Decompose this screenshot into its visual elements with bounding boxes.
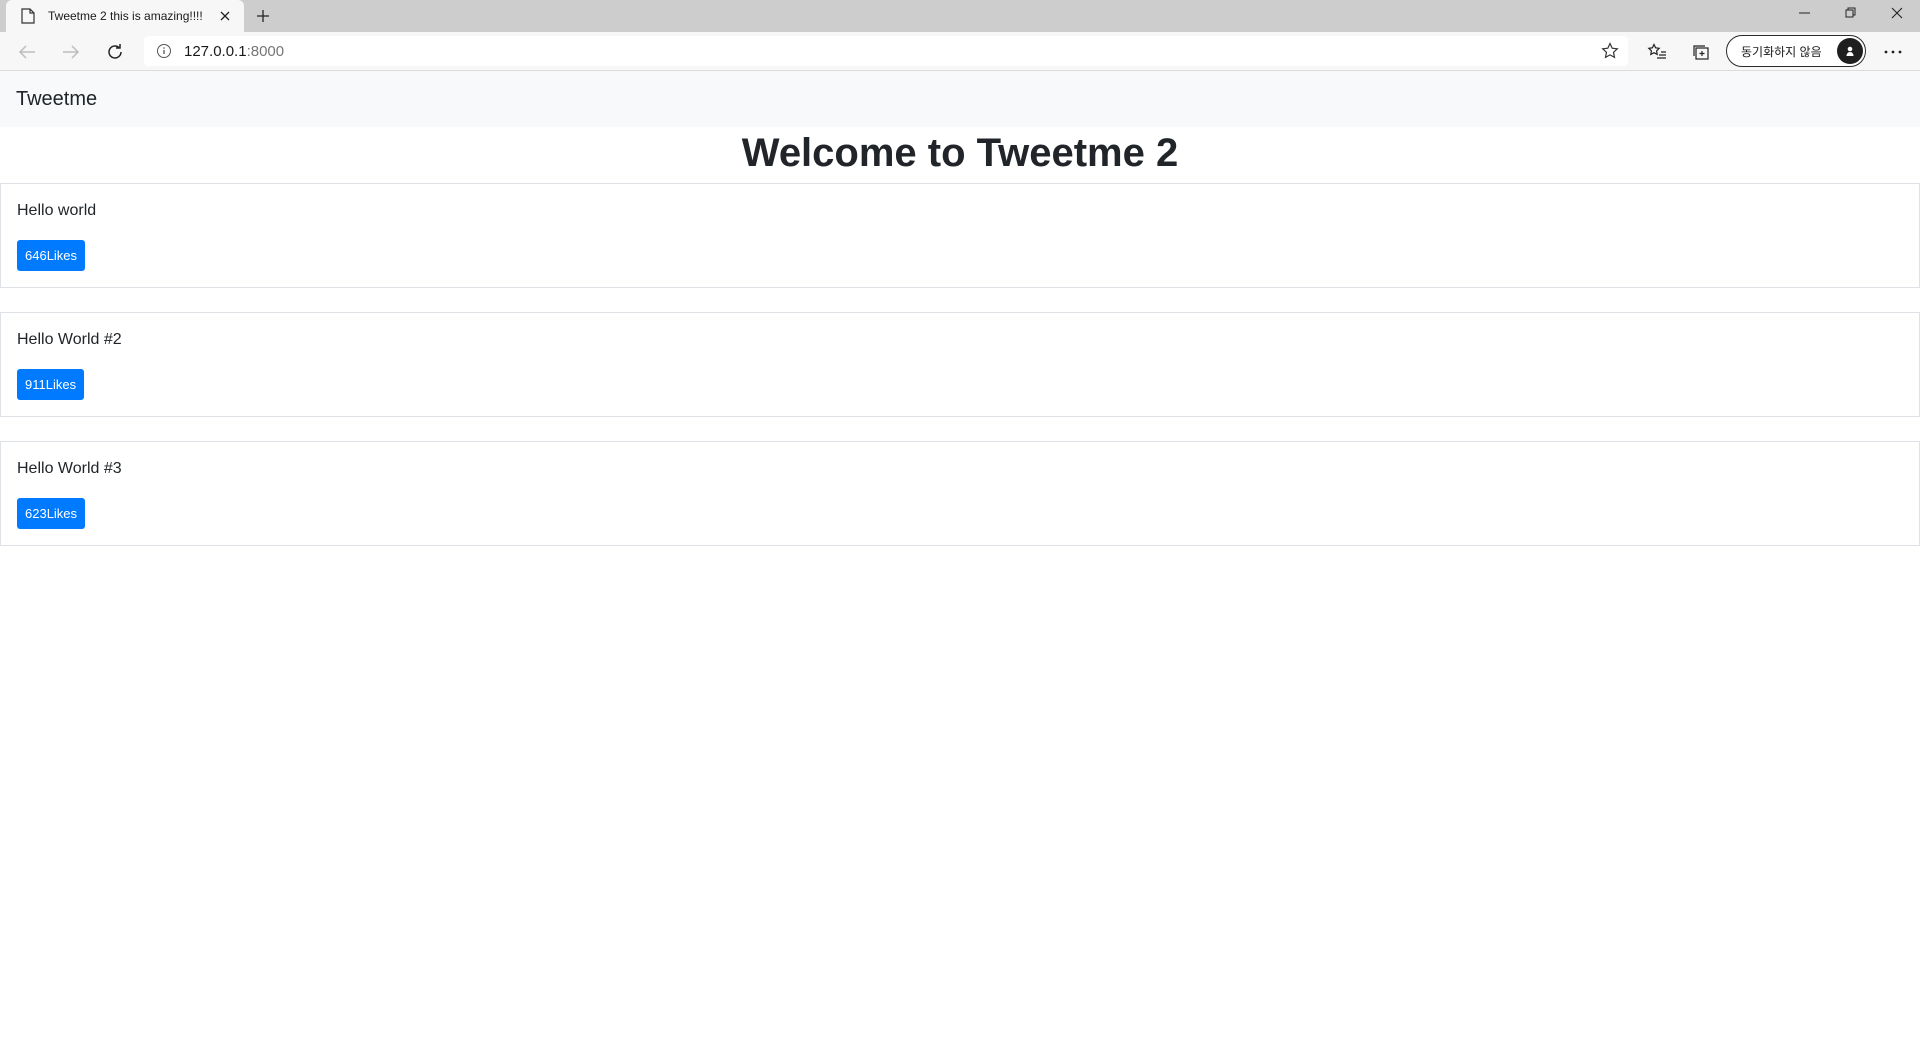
avatar bbox=[1837, 38, 1863, 64]
browser-toolbar: 127.0.0.1:8000 동기화하지 않음 bbox=[0, 32, 1920, 71]
url-port: :8000 bbox=[246, 42, 285, 60]
close-tab-icon[interactable] bbox=[216, 7, 234, 25]
browser-tab[interactable]: Tweetme 2 this is amazing!!!! bbox=[6, 0, 244, 32]
tweet-content: Hello world bbox=[17, 202, 97, 219]
like-button[interactable]: 623Likes bbox=[17, 498, 86, 529]
tweet-content: Hello World #2 bbox=[17, 331, 122, 348]
sync-status-label: 동기화하지 않음 bbox=[1741, 44, 1822, 59]
tab-strip: Tweetme 2 this is amazing!!!! bbox=[0, 0, 1920, 32]
url-text: 127.0.0.1:8000 bbox=[184, 43, 284, 60]
tweet-card: Hello World #2 911Likes bbox=[0, 312, 1920, 417]
forward-arrow-icon[interactable] bbox=[56, 37, 86, 67]
site-info-icon[interactable] bbox=[144, 36, 184, 66]
url-host: 127.0.0.1 bbox=[184, 42, 247, 60]
back-arrow-icon[interactable] bbox=[12, 37, 42, 67]
favorite-star-icon[interactable] bbox=[1600, 41, 1620, 61]
navbar-brand-link[interactable]: Tweetme bbox=[16, 88, 97, 111]
profile-sync-button[interactable]: 동기화하지 않음 bbox=[1726, 35, 1866, 67]
navbar: Tweetme bbox=[0, 71, 1920, 127]
restore-icon[interactable] bbox=[1828, 0, 1874, 26]
address-bar[interactable]: 127.0.0.1:8000 bbox=[144, 36, 1628, 66]
more-options-icon[interactable] bbox=[1878, 37, 1908, 67]
page-icon bbox=[18, 6, 38, 26]
refresh-icon[interactable] bbox=[100, 37, 130, 67]
tab-title: Tweetme 2 this is amazing!!!! bbox=[48, 9, 203, 23]
like-button[interactable]: 646Likes bbox=[17, 240, 86, 271]
tweet-content: Hello World #3 bbox=[17, 460, 122, 477]
page-title: Welcome to Tweetme 2 bbox=[741, 131, 1179, 175]
like-button[interactable]: 911Likes bbox=[17, 369, 85, 400]
collections-icon[interactable] bbox=[1686, 37, 1716, 67]
tweet-card: Hello World #3 623Likes bbox=[0, 441, 1920, 546]
page-viewport: Tweetme Welcome to Tweetme 2 Hello world… bbox=[0, 71, 1920, 1040]
new-tab-button[interactable] bbox=[252, 5, 274, 27]
close-window-icon[interactable] bbox=[1874, 0, 1920, 26]
minimize-icon[interactable] bbox=[1782, 0, 1828, 26]
favorites-list-icon[interactable] bbox=[1642, 37, 1672, 67]
tweet-card: Hello world 646Likes bbox=[0, 183, 1920, 288]
